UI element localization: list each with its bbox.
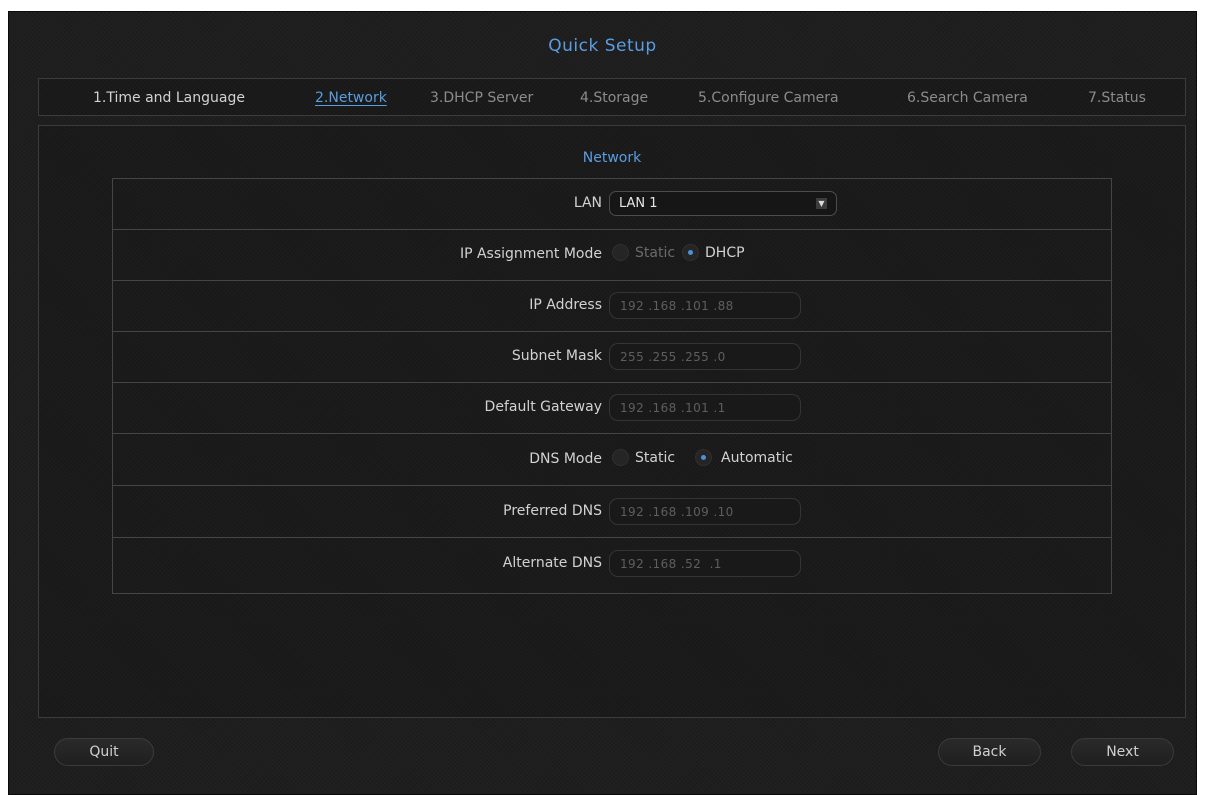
window-title: Quick Setup: [548, 36, 657, 56]
dropdown-arrow-icon[interactable]: ▼: [816, 198, 827, 209]
lan-select[interactable]: LAN 1 ▼: [609, 191, 837, 216]
row-subnet-mask: Subnet Mask 255 .255 .255 .0: [113, 332, 1111, 383]
quit-button[interactable]: Quit: [54, 738, 154, 766]
dns-mode-static-label: Static: [635, 449, 676, 466]
default-gateway-label: Default Gateway: [484, 399, 602, 415]
row-default-gateway: Default Gateway 192 .168 .101 .1: [113, 383, 1111, 434]
row-preferred-dns: Preferred DNS 192 .168 .109 .10: [113, 487, 1111, 538]
row-dns-mode: DNS Mode Static Automatic: [113, 435, 1111, 486]
setup-steps-tabbar: 1.Time and Language 2.Network 3.DHCP Ser…: [38, 78, 1186, 116]
back-button[interactable]: Back: [938, 738, 1041, 766]
quick-setup-window: Quick Setup 1.Time and Language 2.Networ…: [8, 11, 1197, 795]
subnet-mask-value: 255 .255 .255 .0: [620, 350, 726, 364]
dns-mode-label: DNS Mode: [529, 451, 602, 467]
lan-select-value: LAN 1: [619, 196, 658, 211]
ip-address-value: 192 .168 .101 .88: [620, 299, 734, 313]
preferred-dns-field[interactable]: 192 .168 .109 .10: [609, 498, 801, 525]
ip-mode-dhcp-radio[interactable]: [682, 244, 700, 261]
lan-label: LAN: [573, 195, 602, 211]
ip-address-field[interactable]: 192 .168 .101 .88: [609, 292, 801, 319]
row-ip-assignment-mode: IP Assignment Mode Static DHCP: [113, 230, 1111, 281]
alternate-dns-field[interactable]: 192 .168 .52 .1: [609, 550, 801, 577]
subnet-mask-field[interactable]: 255 .255 .255 .0: [609, 343, 801, 370]
preferred-dns-label: Preferred DNS: [503, 503, 602, 519]
tab-time-and-language[interactable]: 1.Time and Language: [93, 90, 245, 106]
dns-mode-automatic-label: Automatic: [721, 449, 793, 466]
preferred-dns-value: 192 .168 .109 .10: [620, 505, 734, 519]
default-gateway-field[interactable]: 192 .168 .101 .1: [609, 394, 801, 421]
ip-assignment-mode-label: IP Assignment Mode: [459, 246, 602, 262]
ip-mode-static-label: Static: [635, 244, 676, 261]
row-lan: LAN LAN 1 ▼: [113, 179, 1111, 230]
tab-search-camera[interactable]: 6.Search Camera: [907, 90, 1028, 106]
row-ip-address: IP Address 192 .168 .101 .88: [113, 281, 1111, 332]
tab-network[interactable]: 2.Network: [315, 90, 387, 106]
tab-storage[interactable]: 4.Storage: [580, 90, 648, 106]
tab-status[interactable]: 7.Status: [1088, 90, 1146, 106]
network-panel: Network LAN LAN 1 ▼ IP Assignment Mode S…: [38, 125, 1186, 718]
subnet-mask-label: Subnet Mask: [511, 348, 602, 364]
tab-dhcp-server[interactable]: 3.DHCP Server: [430, 90, 533, 106]
network-form: LAN LAN 1 ▼ IP Assignment Mode Static DH…: [112, 178, 1112, 594]
dns-mode-static-radio[interactable]: [612, 449, 629, 466]
tab-configure-camera[interactable]: 5.Configure Camera: [698, 90, 839, 106]
default-gateway-value: 192 .168 .101 .1: [620, 401, 726, 415]
ip-mode-dhcp-label: DHCP: [705, 244, 745, 261]
row-alternate-dns: Alternate DNS 192 .168 .52 .1: [113, 539, 1111, 590]
alternate-dns-label: Alternate DNS: [502, 555, 602, 571]
dns-mode-automatic-radio[interactable]: [695, 449, 713, 466]
ip-mode-static-radio[interactable]: [612, 244, 629, 261]
section-title: Network: [582, 150, 642, 166]
next-button[interactable]: Next: [1071, 738, 1174, 766]
alternate-dns-value: 192 .168 .52 .1: [620, 557, 722, 571]
ip-address-label: IP Address: [529, 297, 602, 313]
